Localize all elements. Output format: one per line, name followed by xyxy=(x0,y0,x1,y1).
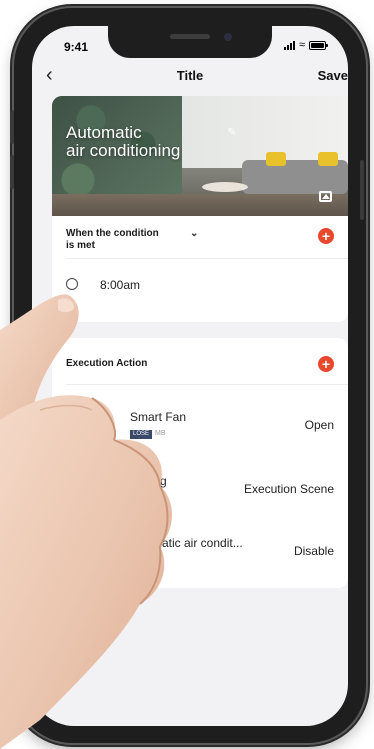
action-value[interactable]: Execution Scene xyxy=(244,482,334,496)
action-sub-text: MB xyxy=(155,430,166,437)
cover-photo-floor xyxy=(52,194,348,216)
condition-title-line1: When the condition xyxy=(66,228,159,239)
action-item[interactable]: bing l Execution Scene xyxy=(52,458,348,518)
action-tag: LOSE xyxy=(130,430,153,439)
scene-name: Automatic air conditioning xyxy=(66,124,180,160)
notch xyxy=(108,26,272,58)
clock-icon xyxy=(66,278,78,290)
scene-name-line1: Automatic xyxy=(66,123,142,142)
signal-icon xyxy=(283,40,295,50)
nav-bar: ‹ Title Save xyxy=(32,64,348,88)
image-icon[interactable] xyxy=(319,191,332,202)
action-sub: tic xyxy=(152,554,159,561)
cover-photo-pillow xyxy=(266,152,286,166)
add-condition-icon[interactable]: + xyxy=(318,228,334,244)
action-name: bing xyxy=(144,474,167,488)
divider xyxy=(66,258,348,259)
page-title: Title xyxy=(176,68,204,83)
scene-name-line2: air conditioning xyxy=(66,141,181,160)
scene-cover-image[interactable]: Automatic air conditioning ✏ xyxy=(52,96,348,216)
action-value[interactable]: Disable xyxy=(294,544,334,558)
action-name: matic air condit... xyxy=(152,536,243,550)
condition-title-line2: is met xyxy=(66,240,95,251)
wifi-icon: ≈ xyxy=(298,39,305,51)
status-time: 9:41 xyxy=(64,40,89,54)
action-item[interactable]: matic air condit... tic Disable xyxy=(52,520,348,580)
condition-time[interactable]: 8:00am xyxy=(100,278,140,292)
phone-side-button xyxy=(10,110,14,144)
speaker xyxy=(170,34,210,39)
chevron-down-icon[interactable]: ⌄ xyxy=(190,228,198,239)
phone-screen: 9:41 ≈ ‹ Title Save Automatic air condit… xyxy=(32,26,348,726)
action-name: Smart Fan xyxy=(130,410,187,424)
condition-card: When the condition is met ⌄ + 8:00am xyxy=(52,216,348,322)
status-icons: ≈ xyxy=(283,39,328,51)
battery-icon xyxy=(309,40,328,50)
action-sub: l xyxy=(144,492,146,499)
condition-section-title: When the condition is met xyxy=(66,228,159,252)
front-camera xyxy=(224,33,232,41)
execution-action-card: Execution Action + Smart Fan LOSE MB Open… xyxy=(52,338,348,588)
action-value[interactable]: Open xyxy=(305,418,334,432)
execution-section-title: Execution Action xyxy=(66,358,148,369)
action-item[interactable]: Smart Fan LOSE MB Open xyxy=(52,394,348,454)
phone-side-button xyxy=(10,155,14,189)
cover-photo-table xyxy=(202,182,248,192)
divider xyxy=(66,384,348,385)
add-action-icon[interactable]: + xyxy=(318,356,334,372)
cover-photo-pillow xyxy=(318,152,338,166)
phone-power-button xyxy=(360,160,364,220)
action-sub: LOSE MB xyxy=(130,430,166,439)
save-button[interactable]: Save xyxy=(318,68,348,83)
